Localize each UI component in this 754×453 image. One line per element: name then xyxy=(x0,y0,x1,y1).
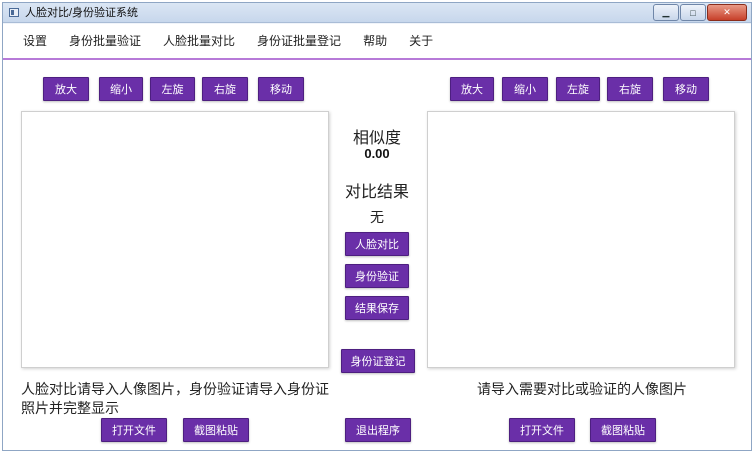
menu-settings[interactable]: 设置 xyxy=(3,23,58,59)
left-image-panel[interactable] xyxy=(21,111,329,368)
result-value: 无 xyxy=(370,209,384,225)
right-rotate-right-button[interactable]: 右旋 xyxy=(607,77,653,101)
close-button[interactable]: ✕ xyxy=(707,4,747,21)
left-move-button[interactable]: 移动 xyxy=(258,77,304,101)
app-window: 人脸对比/身份验证系统 ▁ □ ✕ 设置 身份批量验证 人脸批量对比 身份证批量… xyxy=(2,2,752,451)
minimize-button[interactable]: ▁ xyxy=(653,4,679,21)
title-bar[interactable]: 人脸对比/身份验证系统 ▁ □ ✕ xyxy=(3,3,751,23)
left-hint-text: 人脸对比请导入人像图片，身份验证请导入身份证照片并完整显示 xyxy=(21,381,329,416)
result-label: 对比结果 xyxy=(344,184,409,201)
left-rotate-left-button[interactable]: 左旋 xyxy=(150,77,195,101)
right-move-button[interactable]: 移动 xyxy=(663,77,709,101)
right-rotate-left-button[interactable]: 左旋 xyxy=(556,77,600,101)
right-zoom-in-button[interactable]: 放大 xyxy=(450,77,494,101)
menu-about[interactable]: 关于 xyxy=(398,23,444,59)
app-icon xyxy=(9,8,19,17)
maximize-button[interactable]: □ xyxy=(680,4,706,21)
right-paste-screenshot-button[interactable]: 截图粘贴 xyxy=(590,418,656,442)
id-register-button[interactable]: 身份证登记 xyxy=(341,349,415,373)
left-zoom-out-button[interactable]: 缩小 xyxy=(99,77,143,101)
window-controls: ▁ □ ✕ xyxy=(653,4,747,21)
menu-help[interactable]: 帮助 xyxy=(352,23,398,59)
menu-bar: 设置 身份批量验证 人脸批量对比 身份证批量登记 帮助 关于 xyxy=(3,24,751,60)
menu-batch-id-register[interactable]: 身份证批量登记 xyxy=(246,23,352,59)
id-verify-button[interactable]: 身份验证 xyxy=(345,264,409,288)
right-zoom-out-button[interactable]: 缩小 xyxy=(502,77,548,101)
left-zoom-in-button[interactable]: 放大 xyxy=(43,77,89,101)
menu-batch-id-verify[interactable]: 身份批量验证 xyxy=(58,23,152,59)
right-hint-text: 请导入需要对比或验证的人像图片 xyxy=(477,381,687,397)
left-paste-screenshot-button[interactable]: 截图粘贴 xyxy=(183,418,249,442)
similarity-label: 相似度 xyxy=(352,130,401,147)
menu-batch-face-compare[interactable]: 人脸批量对比 xyxy=(152,23,246,59)
client-area: 设置 身份批量验证 人脸批量对比 身份证批量登记 帮助 关于 放大 缩小 左旋 … xyxy=(3,24,751,450)
right-image-panel[interactable] xyxy=(427,111,735,368)
similarity-value: 0.00 xyxy=(364,146,390,161)
exit-button[interactable]: 退出程序 xyxy=(345,418,411,442)
right-open-file-button[interactable]: 打开文件 xyxy=(509,418,575,442)
left-open-file-button[interactable]: 打开文件 xyxy=(101,418,167,442)
face-compare-button[interactable]: 人脸对比 xyxy=(345,232,409,256)
window-title: 人脸对比/身份验证系统 xyxy=(25,7,139,19)
left-rotate-right-button[interactable]: 右旋 xyxy=(202,77,248,101)
save-result-button[interactable]: 结果保存 xyxy=(345,296,409,320)
